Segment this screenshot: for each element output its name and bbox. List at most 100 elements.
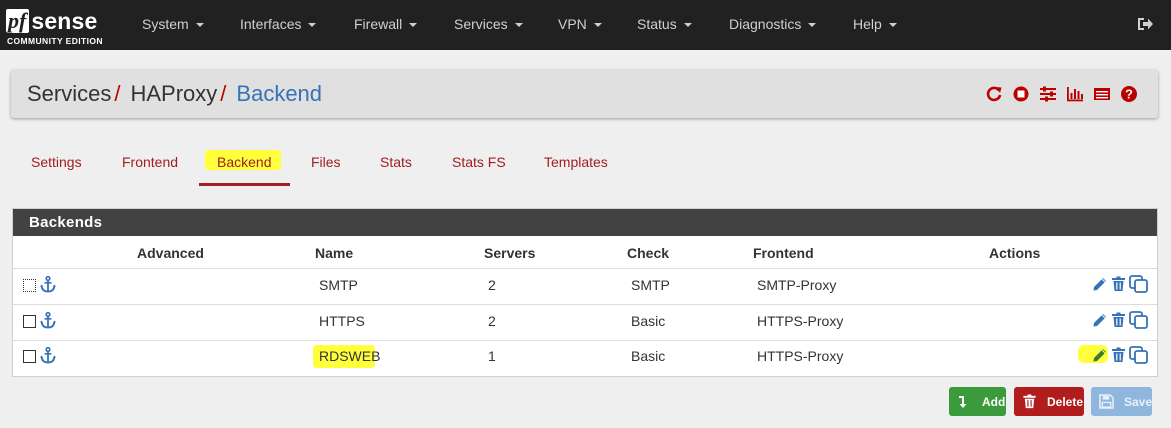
nav-interfaces[interactable]: Interfaces <box>240 0 317 50</box>
add-button-label: Add <box>982 394 1006 409</box>
add-button[interactable]: Add <box>949 387 1006 416</box>
caret-down-icon <box>308 23 317 27</box>
backend-check: SMTP <box>631 277 670 293</box>
anchor-icon[interactable] <box>40 312 56 329</box>
table-divider <box>13 304 1157 305</box>
breadcrumb-separator: / <box>220 81 227 106</box>
tab-frontend[interactable]: Frontend <box>122 154 178 170</box>
row-select-checkbox[interactable] <box>23 315 36 328</box>
restart-service-icon[interactable] <box>985 85 1003 103</box>
column-header-actions: Actions <box>989 245 1041 261</box>
settings-sliders-icon[interactable] <box>1039 85 1057 103</box>
backends-panel: Backends Advanced Name Servers Check Fro… <box>12 208 1158 377</box>
nav-diagnostics[interactable]: Diagnostics <box>729 0 817 50</box>
tab-stats[interactable]: Stats <box>380 154 412 170</box>
delete-trash-icon[interactable] <box>1111 347 1126 363</box>
backend-name: RDSWEB <box>319 348 381 364</box>
bar-chart-icon[interactable] <box>1066 85 1084 103</box>
logo-edition: COMMUNITY EDITION <box>7 36 103 46</box>
breadcrumb-backend[interactable]: Backend <box>236 81 322 106</box>
column-header-check: Check <box>627 245 670 261</box>
edit-pencil-icon[interactable] <box>1092 312 1108 328</box>
backend-servers: 2 <box>488 277 496 293</box>
breadcrumb-haproxy[interactable]: HAProxy <box>130 81 217 106</box>
panel-title: Backends <box>13 209 1157 236</box>
backend-frontend: HTTPS-Proxy <box>757 313 844 329</box>
backend-servers: 2 <box>488 313 496 329</box>
nav-label: Services <box>454 16 508 32</box>
caret-down-icon <box>409 23 418 27</box>
backend-servers: 1 <box>488 348 496 364</box>
table-divider <box>13 268 1157 269</box>
column-header-advanced: Advanced <box>137 245 204 261</box>
caret-down-icon <box>683 23 692 27</box>
svg-text:?: ? <box>1125 87 1133 102</box>
save-button-label: Save <box>1123 394 1152 409</box>
nav-label: Help <box>853 16 882 32</box>
page-header: Services / HAProxy / Backend ? <box>11 70 1158 118</box>
tab-templates[interactable]: Templates <box>544 154 608 170</box>
logo-sense: sense <box>31 8 98 34</box>
caret-down-icon <box>593 23 602 27</box>
column-header-servers: Servers <box>484 245 536 261</box>
stop-service-icon[interactable] <box>1012 85 1030 103</box>
backend-check: Basic <box>631 313 666 329</box>
delete-button-label: Delete <box>1047 394 1084 409</box>
backend-frontend: SMTP-Proxy <box>757 277 837 293</box>
edit-pencil-icon[interactable] <box>1092 276 1108 292</box>
nav-label: VPN <box>558 16 587 32</box>
nav-status[interactable]: Status <box>637 0 692 50</box>
breadcrumb: Services / HAProxy / Backend <box>27 81 322 107</box>
nav-label: Status <box>637 16 677 32</box>
active-tab-indicator <box>199 183 290 186</box>
anchor-icon[interactable] <box>40 276 56 293</box>
delete-button[interactable]: Delete <box>1014 387 1084 416</box>
help-icon[interactable]: ? <box>1120 85 1138 103</box>
nav-label: Firewall <box>354 16 403 32</box>
edit-pencil-icon[interactable] <box>1092 347 1108 363</box>
nav-label: Interfaces <box>240 16 302 32</box>
level-down-icon <box>959 396 967 408</box>
nav-vpn[interactable]: VPN <box>558 0 602 50</box>
top-navbar: pf sense COMMUNITY EDITION System Interf… <box>0 0 1171 50</box>
log-icon[interactable] <box>1093 85 1111 103</box>
tab-stats-fs[interactable]: Stats FS <box>452 154 506 170</box>
caret-down-icon <box>888 23 897 27</box>
trash-icon <box>1023 394 1036 409</box>
caret-down-icon <box>195 23 204 27</box>
logo-pf: pf <box>6 9 30 33</box>
sign-out-icon[interactable] <box>1136 15 1154 33</box>
backend-name: HTTPS <box>319 313 365 329</box>
copy-clone-icon[interactable] <box>1129 346 1148 364</box>
nav-label: Diagnostics <box>729 16 802 32</box>
save-button[interactable]: Save <box>1091 387 1152 416</box>
column-header-name: Name <box>315 245 354 261</box>
breadcrumb-separator: / <box>114 81 121 106</box>
column-header-frontend: Frontend <box>753 245 814 261</box>
backend-check: Basic <box>631 348 666 364</box>
nav-label: System <box>142 16 189 32</box>
copy-clone-icon[interactable] <box>1129 311 1148 329</box>
breadcrumb-services[interactable]: Services <box>27 81 111 106</box>
tab-settings[interactable]: Settings <box>31 154 82 170</box>
copy-clone-icon[interactable] <box>1129 275 1148 293</box>
tab-backend[interactable]: Backend <box>217 154 271 170</box>
delete-trash-icon[interactable] <box>1111 312 1126 328</box>
pfsense-logo[interactable]: pf sense COMMUNITY EDITION <box>6 7 116 47</box>
table-divider <box>13 340 1157 341</box>
nav-services[interactable]: Services <box>454 0 523 50</box>
nav-firewall[interactable]: Firewall <box>354 0 418 50</box>
header-icon-bar: ? <box>985 85 1138 103</box>
delete-trash-icon[interactable] <box>1111 276 1126 292</box>
nav-system[interactable]: System <box>142 0 204 50</box>
row-select-checkbox[interactable] <box>23 350 36 363</box>
anchor-icon[interactable] <box>40 347 56 364</box>
backend-name: SMTP <box>319 277 358 293</box>
floppy-disk-icon <box>1099 394 1114 409</box>
caret-down-icon <box>808 23 817 27</box>
backend-frontend: HTTPS-Proxy <box>757 348 844 364</box>
row-select-checkbox[interactable] <box>23 279 36 292</box>
caret-down-icon <box>514 23 523 27</box>
tab-files[interactable]: Files <box>311 154 341 170</box>
nav-help[interactable]: Help <box>853 0 897 50</box>
